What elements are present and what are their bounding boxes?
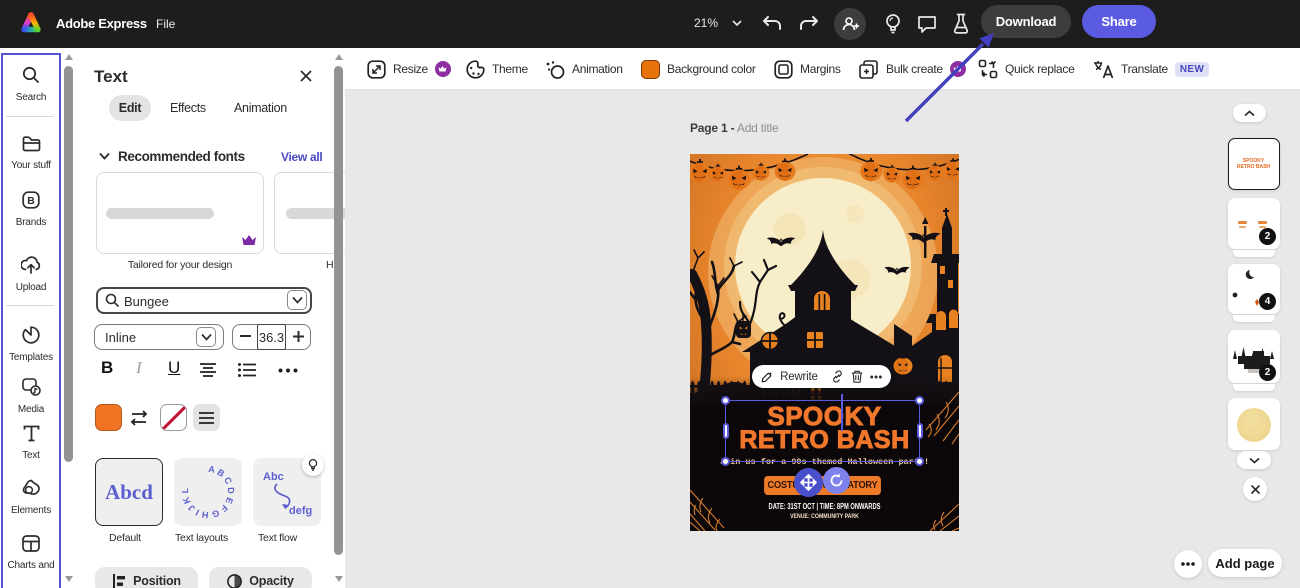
svg-text:defg: defg [289,505,312,517]
svg-text:A B C D E F G H I J K L: A B C D E F G H I J K L [180,464,236,520]
svg-text:Abc: Abc [263,471,284,483]
svg-text:B: B [27,195,35,207]
